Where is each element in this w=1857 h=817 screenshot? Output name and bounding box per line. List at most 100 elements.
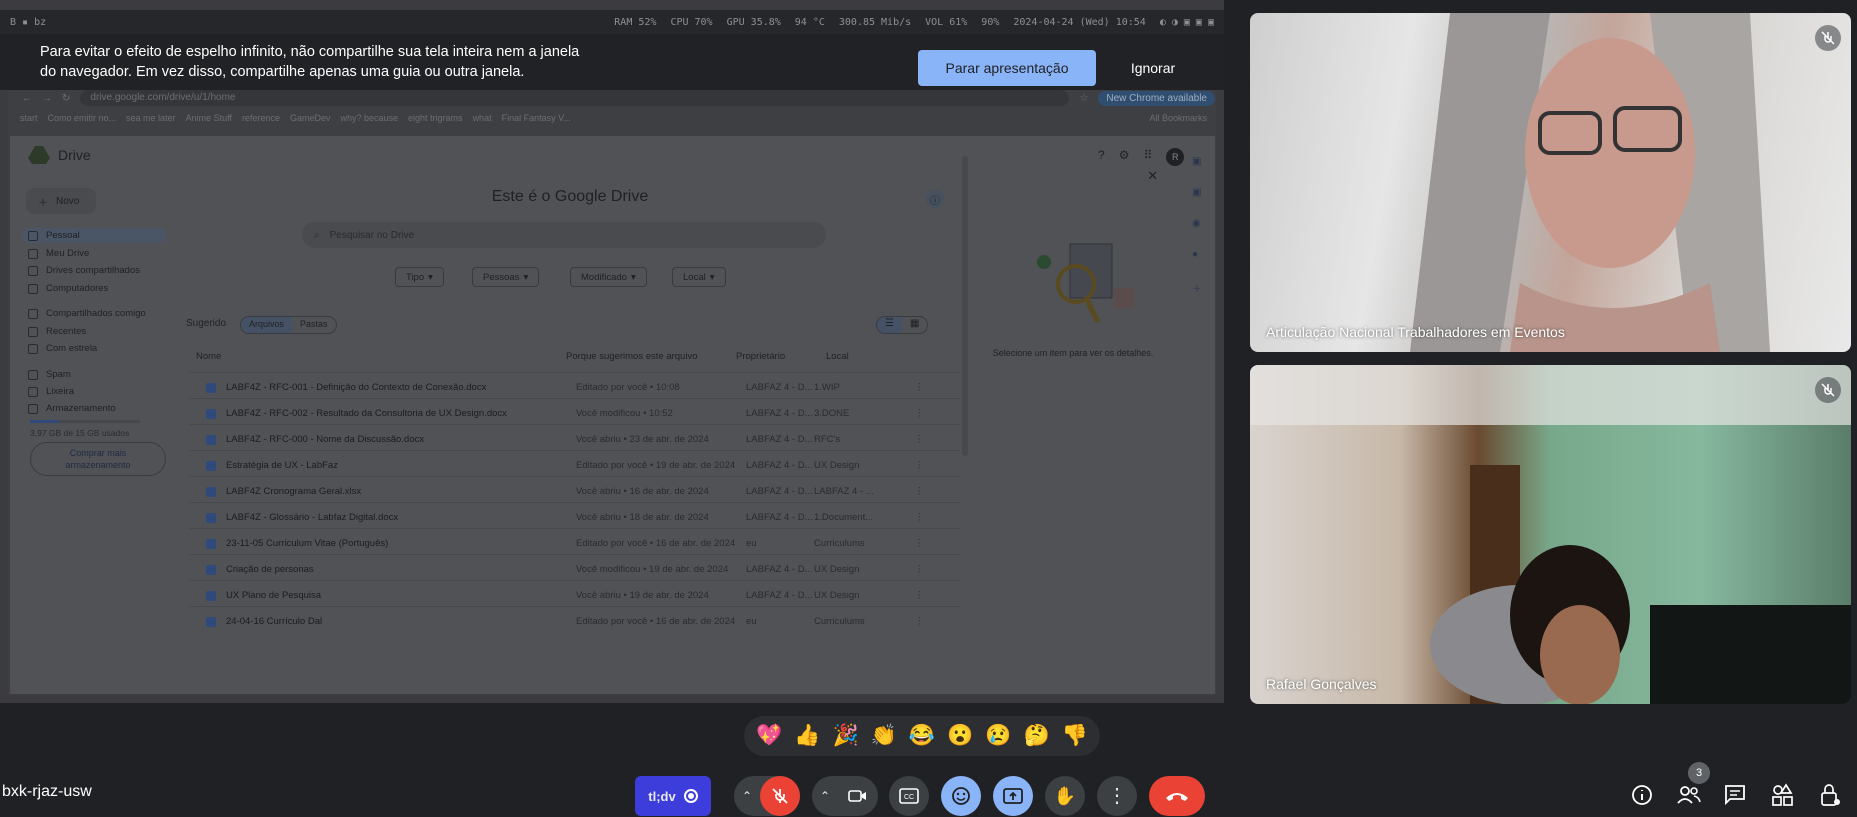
people-button[interactable] [1676,783,1706,809]
sidebar-item-computers[interactable]: Computadores [22,283,172,294]
table-row[interactable]: 24-04-16 Currículo Dal Editado por você •… [190,606,960,636]
meeting-info-button[interactable] [1630,783,1656,809]
volume-level: VOL 61% [925,16,968,28]
mic-group: ⌃ [734,776,800,816]
bookmark[interactable]: sea me later [126,113,176,129]
sidebar-item-pessoal[interactable]: Pessoal [22,228,166,243]
bookmark[interactable]: eight trigrams [408,113,463,129]
more-vert-icon[interactable]: ⋮ [904,460,925,471]
reaction-sad-icon[interactable]: 😢 [985,724,1011,748]
sidebar-item-storage[interactable]: Armazenamento [22,403,172,414]
back-icon[interactable]: ← [22,93,32,104]
bookmark[interactable]: why? because [340,113,398,129]
sidebar-label: Drives compartilhados [46,265,140,276]
participant-tile[interactable]: Rafael Gonçalves [1250,365,1851,704]
camera-options-chevron-icon[interactable]: ⌃ [812,789,838,803]
keep-icon[interactable]: ▣ [1192,187,1202,198]
more-vert-icon[interactable]: ⋮ [904,486,925,497]
filter-type[interactable]: Tipo ▾ [395,267,444,287]
tasks-icon[interactable]: ◉ [1192,218,1202,229]
host-controls-button[interactable] [1818,783,1844,809]
close-icon[interactable]: ✕ [1147,168,1158,184]
participant-tile[interactable]: Articulação Nacional Trabalhadores em Ev… [1250,13,1851,352]
more-vert-icon[interactable]: ⋮ [904,512,925,523]
reload-icon[interactable]: ↻ [62,93,70,104]
address-bar[interactable]: drive.google.com/drive/u/1/home [80,90,1070,106]
stop-presenting-button[interactable]: Parar apresentação [918,50,1096,86]
reaction-surprised-icon[interactable]: 😮 [947,724,973,748]
more-vert-icon[interactable]: ⋮ [904,434,925,445]
more-vert-icon[interactable]: ⋮ [904,564,925,575]
bookmark[interactable]: Como emitir no... [48,113,117,129]
more-vert-icon[interactable]: ⋮ [904,616,925,627]
reaction-clap-icon[interactable]: 👏 [871,724,897,748]
sidebar-item-my-drive[interactable]: Meu Drive [22,248,172,259]
sidebar-item-starred[interactable]: Com estrela [22,343,172,354]
new-button[interactable]: ＋ Novo [26,188,96,214]
camera-button[interactable] [838,789,878,803]
chat-button[interactable] [1723,783,1749,809]
raise-hand-button[interactable]: ✋ [1045,776,1085,816]
spam-icon [28,369,38,380]
grid-view-icon[interactable]: ▦ [902,317,927,333]
leave-call-button[interactable] [1149,776,1205,816]
file-location: LABFAZ 4 - ... [814,486,874,497]
sidebar-label: Meu Drive [46,248,90,259]
mic-off-button[interactable] [760,776,800,816]
filter-modified[interactable]: Modificado ▾ [570,267,647,287]
forward-icon[interactable]: → [42,93,52,104]
more-vert-icon[interactable]: ⋮ [904,538,925,549]
present-button[interactable] [993,776,1033,816]
reaction-thumbs-up-icon[interactable]: 👍 [794,724,820,748]
reaction-laugh-icon[interactable]: 😂 [909,724,935,748]
sidebar-item-shared-with-me[interactable]: Compartilhados comigo [22,308,172,319]
more-vert-icon[interactable]: ⋮ [904,408,925,419]
buy-storage-button[interactable]: Comprar mais armazenamento [30,442,166,476]
ignore-button[interactable]: Ignorar [1108,50,1198,86]
scrollbar[interactable] [962,156,968,456]
search-bar[interactable]: ⌕ Pesquisar no Drive [302,222,826,248]
sidebar-item-spam[interactable]: Spam [22,369,172,380]
col-name[interactable]: Nome [190,351,566,362]
cpu-usage: CPU 70% [670,16,713,28]
bookmark[interactable]: Anime Stuff [186,113,232,129]
filter-people[interactable]: Pessoas ▾ [472,267,540,287]
tldv-button[interactable]: tl;dv [635,776,711,816]
reaction-heart-icon[interactable]: 💖 [756,724,782,748]
list-view-icon[interactable]: ☰ [877,317,902,333]
all-bookmarks[interactable]: All Bookmarks [1149,113,1215,129]
toggle-files[interactable]: Arquivos [241,317,293,333]
mic-options-chevron-icon[interactable]: ⌃ [734,789,760,803]
activities-button[interactable] [1770,783,1796,809]
reactions-bar: 💖 👍 🎉 👏 😂 😮 😢 🤔 👎 [744,716,1100,756]
info-icon[interactable]: ⓘ [926,190,944,208]
avatar[interactable]: R [1166,148,1185,166]
file-name: LABF4Z - Glossário - Labfaz Digital.docx [226,512,399,523]
reaction-thumbs-down-icon[interactable]: 👎 [1062,724,1088,748]
add-addon-icon[interactable]: ＋ [1192,280,1202,295]
filter-location[interactable]: Local ▾ [672,267,726,287]
star-icon[interactable]: ☆ [1079,93,1088,104]
sidebar-item-recent[interactable]: Recentes [22,326,172,337]
contacts-icon[interactable]: ● [1192,249,1202,260]
file-location: UX Design [814,590,860,601]
more-vert-icon[interactable]: ⋮ [904,382,925,393]
reaction-thinking-icon[interactable]: 🤔 [1024,724,1050,748]
bookmark[interactable]: reference [242,113,280,129]
more-options-button[interactable]: ⋮ [1097,776,1137,816]
sidebar-item-shared-drives[interactable]: Drives compartilhados [22,265,172,276]
captions-button[interactable]: CC [889,776,929,816]
reaction-party-icon[interactable]: 🎉 [832,724,858,748]
more-vert-icon[interactable]: ⋮ [904,590,925,601]
emoji-button[interactable] [941,776,981,816]
bookmark[interactable]: what [473,113,492,129]
update-chrome-button[interactable]: New Chrome available [1098,90,1215,106]
bookmark[interactable]: start [20,113,38,129]
bookmark[interactable]: Final Fantasy V... [502,113,571,129]
bookmark[interactable]: GameDev [290,113,331,129]
toggle-folders[interactable]: Pastas [292,317,336,333]
calendar-icon[interactable]: ▣ [1192,156,1202,167]
sidebar-item-trash[interactable]: Lixeira [22,386,172,397]
file-name: LABF4Z - RFC-000 - Nome da Discussão.doc… [226,434,424,445]
storage-usage: 3,97 GB de 15 GB usados [30,428,130,438]
